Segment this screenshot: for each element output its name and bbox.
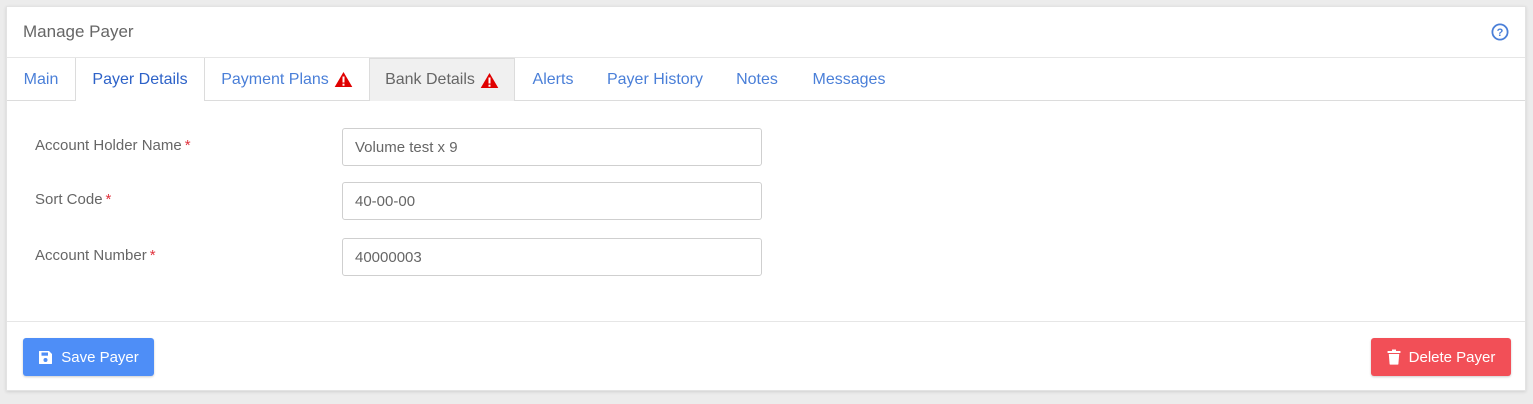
account-holder-name-label: Account Holder Name * [35, 137, 191, 154]
floppy-disk-icon [39, 350, 53, 364]
tab-payment-plans[interactable]: Payment Plans [205, 58, 369, 101]
tab-label: Payment Plans [221, 70, 329, 88]
delete-label: Delete Payer [1408, 348, 1496, 366]
tab-bank-details[interactable]: Bank Details [369, 58, 515, 101]
account-number-label: Account Number * [35, 247, 156, 264]
trash-icon [1387, 349, 1401, 365]
tab-label: Notes [736, 70, 778, 88]
required-marker: * [105, 191, 112, 208]
sort-code-label: Sort Code * [35, 191, 111, 208]
account-holder-name-input[interactable] [342, 128, 762, 166]
tab-label: Messages [812, 70, 886, 88]
save-payer-button[interactable]: Save Payer [23, 338, 154, 376]
tab-payer-history[interactable]: Payer History [591, 58, 719, 101]
manage-payer-card: Manage Payer ? Main Payer Details Paymen… [6, 6, 1526, 391]
required-marker: * [184, 137, 191, 154]
svg-text:?: ? [1497, 27, 1504, 39]
tab-label: Bank Details [385, 71, 475, 88]
label-text: Account Holder Name [35, 137, 182, 154]
tab-label: Payer History [606, 70, 704, 88]
label-text: Sort Code [35, 191, 103, 208]
account-number-input[interactable] [342, 238, 762, 276]
delete-payer-button[interactable]: Delete Payer [1371, 338, 1511, 376]
tab-notes[interactable]: Notes [719, 58, 795, 101]
sort-code-input[interactable] [342, 182, 762, 220]
tab-label: Main [23, 70, 59, 88]
footer-divider [7, 321, 1525, 322]
save-label: Save Payer [61, 348, 139, 366]
tab-main[interactable]: Main [7, 58, 75, 101]
card-header: Manage Payer ? [7, 7, 1525, 58]
label-text: Account Number [35, 247, 147, 264]
required-marker: * [149, 247, 156, 264]
tab-messages[interactable]: Messages [795, 58, 903, 101]
warning-icon [334, 72, 353, 87]
page-title: Manage Payer [23, 22, 134, 41]
tab-bar: Main Payer Details Payment Plans Bank De… [7, 58, 1525, 101]
tab-label: Payer Details [92, 70, 188, 88]
warning-icon [480, 72, 499, 88]
tab-payer-details[interactable]: Payer Details [75, 58, 205, 101]
tab-label: Alerts [532, 70, 574, 88]
tab-alerts[interactable]: Alerts [515, 58, 591, 101]
question-circle-icon[interactable]: ? [1491, 23, 1509, 41]
